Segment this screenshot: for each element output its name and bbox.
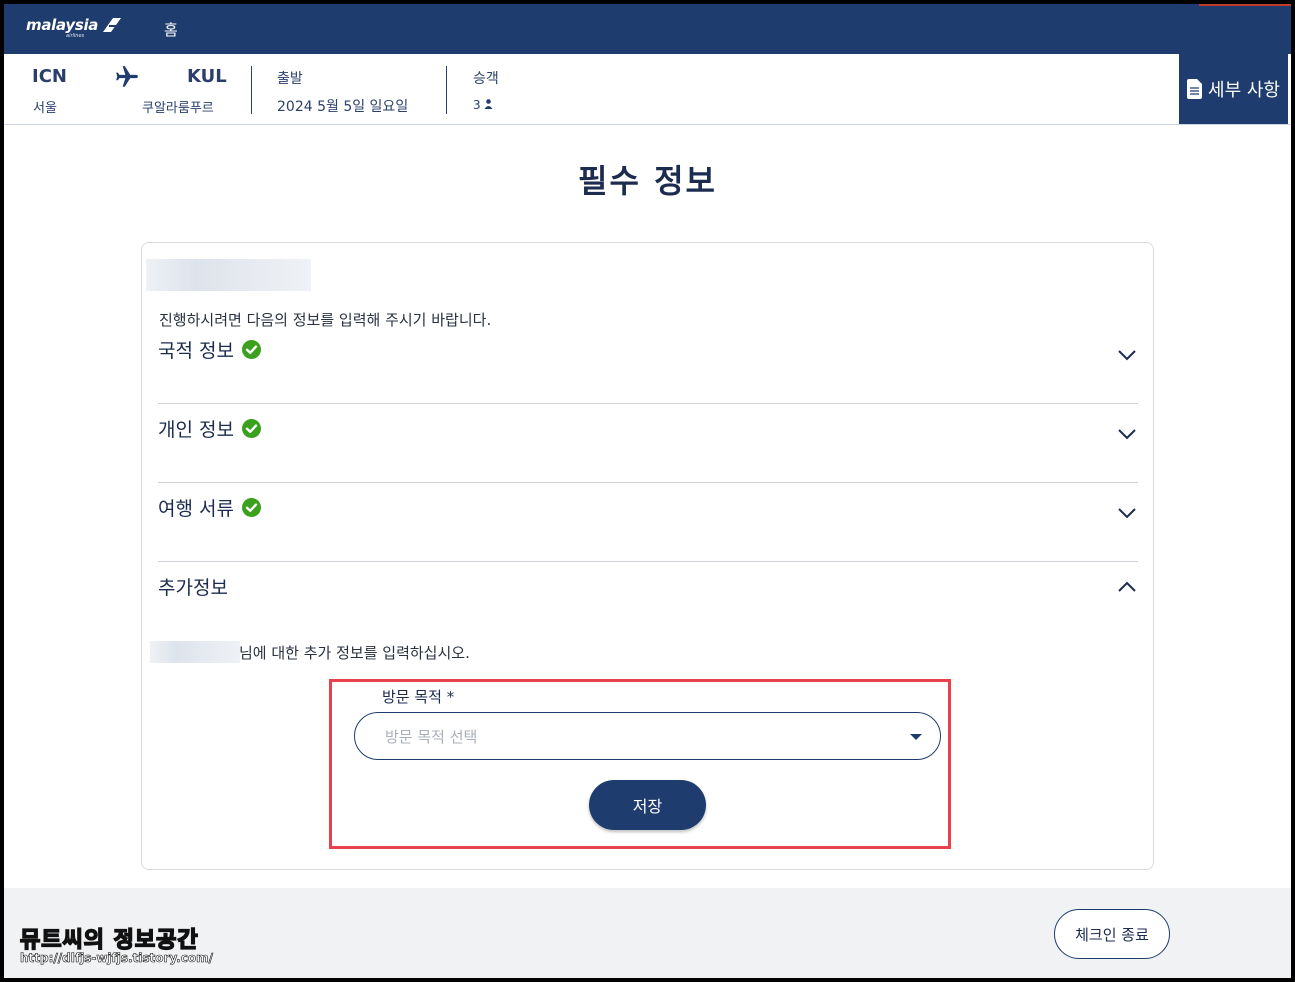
section-title-text: 개인 정보 <box>158 419 234 441</box>
divider <box>446 66 447 114</box>
required-info-card: 진행하시려면 다음의 정보를 입력해 주시기 바랍니다. 국적 정보 개인 정보 <box>141 242 1154 870</box>
section-title-text: 추가정보 <box>158 577 228 599</box>
redacted-passenger-name <box>146 259 311 291</box>
airplane-icon <box>116 66 138 87</box>
accent-line <box>1199 4 1291 6</box>
chevron-down-icon[interactable] <box>1116 502 1138 524</box>
accordion-travel-documents[interactable]: 여행 서류 <box>158 483 1138 562</box>
chevron-up-icon[interactable] <box>1116 576 1138 598</box>
top-nav: malaysia airlines 홈 <box>4 4 1291 54</box>
section-title-text: 국적 정보 <box>158 340 234 362</box>
logo-subtext: airlines <box>66 33 85 39</box>
additional-info-subtext: 님에 대한 추가 정보를 입력하십시오. <box>239 644 470 662</box>
destination-code: KUL <box>187 66 227 87</box>
redacted-passenger-name <box>150 641 240 663</box>
section-title: 여행 서류 <box>158 494 261 521</box>
details-button[interactable]: 세부 사항 <box>1179 54 1288 124</box>
passengers-count-value: 3 <box>473 98 481 112</box>
section-title: 추가정보 <box>158 573 228 600</box>
passengers-label: 승객 <box>473 71 499 87</box>
origin-city: 서울 <box>33 101 57 116</box>
section-title: 국적 정보 <box>158 336 261 363</box>
accordion-personal[interactable]: 개인 정보 <box>158 404 1138 483</box>
visit-purpose-label: 방문 목적 * <box>382 688 455 706</box>
chevron-down-icon[interactable] <box>1116 423 1138 445</box>
flight-info-bar: ICN 서울 KUL 쿠알라룸푸르 출발 2024 5월 5일 일요일 승객 3… <box>4 54 1291 125</box>
accordion-nationality[interactable]: 국적 정보 <box>158 325 1138 404</box>
departure-date: 2024 5월 5일 일요일 <box>277 99 409 115</box>
dropdown-caret-icon <box>910 734 922 740</box>
person-icon <box>484 99 493 109</box>
visit-purpose-placeholder: 방문 목적 선택 <box>385 728 478 746</box>
document-icon <box>1187 79 1203 99</box>
home-link[interactable]: 홈 <box>164 19 178 40</box>
passengers-count: 3 <box>473 98 493 112</box>
details-button-label: 세부 사항 <box>1208 80 1280 101</box>
exit-checkin-button[interactable]: 체크인 종료 <box>1054 909 1170 959</box>
accordion-additional-info[interactable]: 추가정보 <box>158 562 1138 622</box>
visit-purpose-select[interactable]: 방문 목적 선택 <box>354 712 941 760</box>
section-title-text: 여행 서류 <box>158 498 234 520</box>
watermark-url: http://dlfjs-wjfjs.tistory.com/ <box>20 951 214 966</box>
watermark-title: 뮤트씨의 정보공간 <box>19 927 199 954</box>
origin-code: ICN <box>32 66 67 87</box>
check-circle-icon <box>241 340 261 359</box>
check-circle-icon <box>241 498 261 517</box>
malaysia-airlines-logo[interactable]: malaysia airlines <box>26 16 123 39</box>
departure-label: 출발 <box>277 71 303 87</box>
app-frame: malaysia airlines 홈 ICN 서울 KUL 쿠알라룸푸르 출발… <box>4 4 1291 978</box>
destination-city: 쿠알라룸푸르 <box>142 101 214 116</box>
chevron-down-icon[interactable] <box>1116 344 1138 366</box>
kite-icon <box>103 18 122 32</box>
footer: 뮤트씨의 정보공간 http://dlfjs-wjfjs.tistory.com… <box>4 888 1291 978</box>
section-title: 개인 정보 <box>158 415 261 442</box>
divider <box>251 66 252 114</box>
save-button[interactable]: 저장 <box>589 780 706 830</box>
logo-text: malaysia <box>26 16 99 34</box>
page-title: 필수 정보 <box>578 162 717 200</box>
check-circle-icon <box>241 419 261 438</box>
